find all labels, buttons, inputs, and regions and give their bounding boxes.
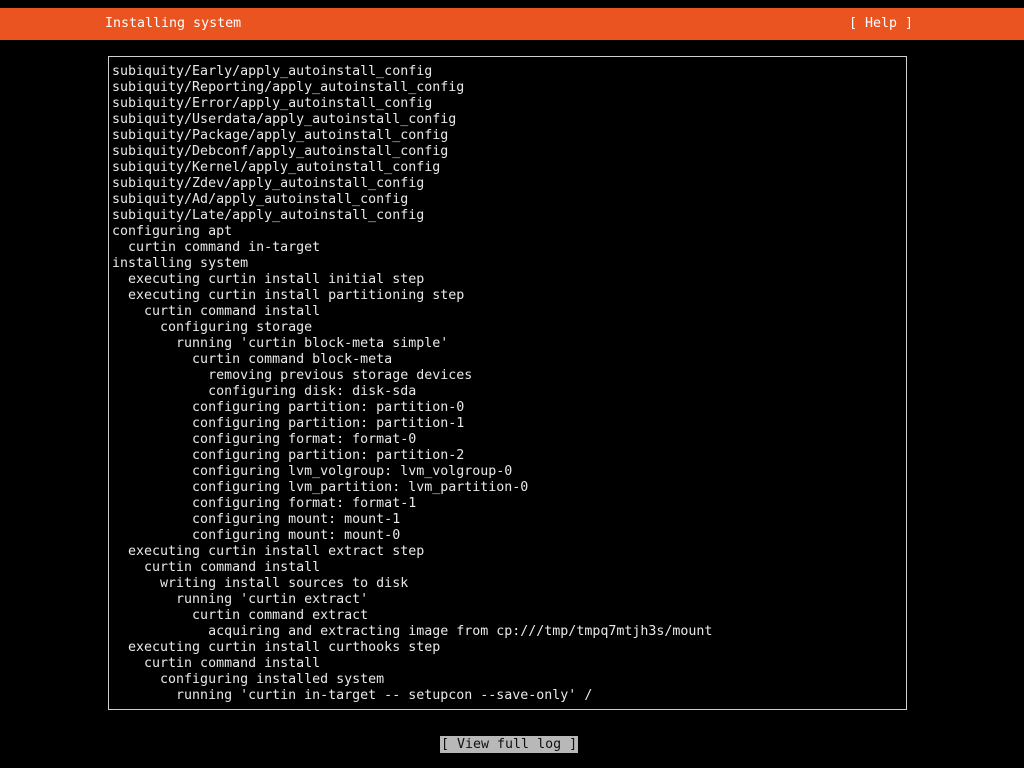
log-line: subiquity/Early/apply_autoinstall_config bbox=[112, 64, 433, 79]
log-line: executing curtin install extract step bbox=[112, 544, 425, 559]
install-log-panel[interactable]: subiquity/Early/apply_autoinstall_config… bbox=[108, 56, 907, 710]
log-line: removing previous storage devices bbox=[112, 368, 473, 383]
page-title: Installing system bbox=[105, 16, 242, 31]
log-line: installing system bbox=[112, 256, 249, 271]
log-line: subiquity/Zdev/apply_autoinstall_config bbox=[112, 176, 425, 191]
install-log: subiquity/Early/apply_autoinstall_config… bbox=[112, 64, 906, 704]
log-line: curtin command install bbox=[112, 304, 321, 319]
log-line: configuring apt bbox=[112, 224, 233, 239]
log-line: configuring lvm_volgroup: lvm_volgroup-0 bbox=[112, 464, 513, 479]
log-line: curtin command install bbox=[112, 656, 321, 671]
log-line: subiquity/Reporting/apply_autoinstall_co… bbox=[112, 80, 465, 95]
log-line: running 'curtin extract' bbox=[112, 592, 369, 607]
log-line: configuring storage bbox=[112, 320, 313, 335]
log-line: configuring partition: partition-2 bbox=[112, 448, 465, 463]
log-line: configuring format: format-0 bbox=[112, 432, 417, 447]
log-line: subiquity/Userdata/apply_autoinstall_con… bbox=[112, 112, 457, 127]
help-button[interactable]: [ Help ] bbox=[849, 8, 913, 40]
log-line: running 'curtin block-meta simple' bbox=[112, 336, 449, 351]
log-line: writing install sources to disk bbox=[112, 576, 409, 591]
log-line: configuring installed system bbox=[112, 672, 385, 687]
log-line: configuring partition: partition-0 bbox=[112, 400, 465, 415]
log-line: configuring disk: disk-sda bbox=[112, 384, 417, 399]
log-line: configuring lvm_partition: lvm_partition… bbox=[112, 480, 529, 495]
log-line: subiquity/Late/apply_autoinstall_config bbox=[112, 208, 425, 223]
log-line: configuring mount: mount-0 bbox=[112, 528, 401, 543]
log-line: curtin command in-target bbox=[112, 240, 321, 255]
title-bar: Installing system [ Help ] bbox=[0, 8, 1024, 40]
log-line: subiquity/Debconf/apply_autoinstall_conf… bbox=[112, 144, 449, 159]
log-line: executing curtin install curthooks step bbox=[112, 640, 441, 655]
log-line: subiquity/Ad/apply_autoinstall_config bbox=[112, 192, 409, 207]
log-line: subiquity/Kernel/apply_autoinstall_confi… bbox=[112, 160, 441, 175]
log-line: acquiring and extracting image from cp:/… bbox=[112, 624, 713, 639]
log-line: executing curtin install initial step bbox=[112, 272, 425, 287]
log-line: configuring partition: partition-1 bbox=[112, 416, 465, 431]
log-line: configuring mount: mount-1 bbox=[112, 512, 401, 527]
log-line: curtin command extract bbox=[112, 608, 369, 623]
view-full-log-button[interactable]: [ View full log ] bbox=[440, 736, 579, 753]
log-line: subiquity/Error/apply_autoinstall_config bbox=[112, 96, 433, 111]
log-line: configuring format: format-1 bbox=[112, 496, 417, 511]
log-line: curtin command block-meta bbox=[112, 352, 393, 367]
log-line: executing curtin install partitioning st… bbox=[112, 288, 465, 303]
log-line: running 'curtin in-target -- setupcon --… bbox=[112, 688, 593, 703]
log-line: subiquity/Package/apply_autoinstall_conf… bbox=[112, 128, 449, 143]
log-line: curtin command install bbox=[112, 560, 321, 575]
